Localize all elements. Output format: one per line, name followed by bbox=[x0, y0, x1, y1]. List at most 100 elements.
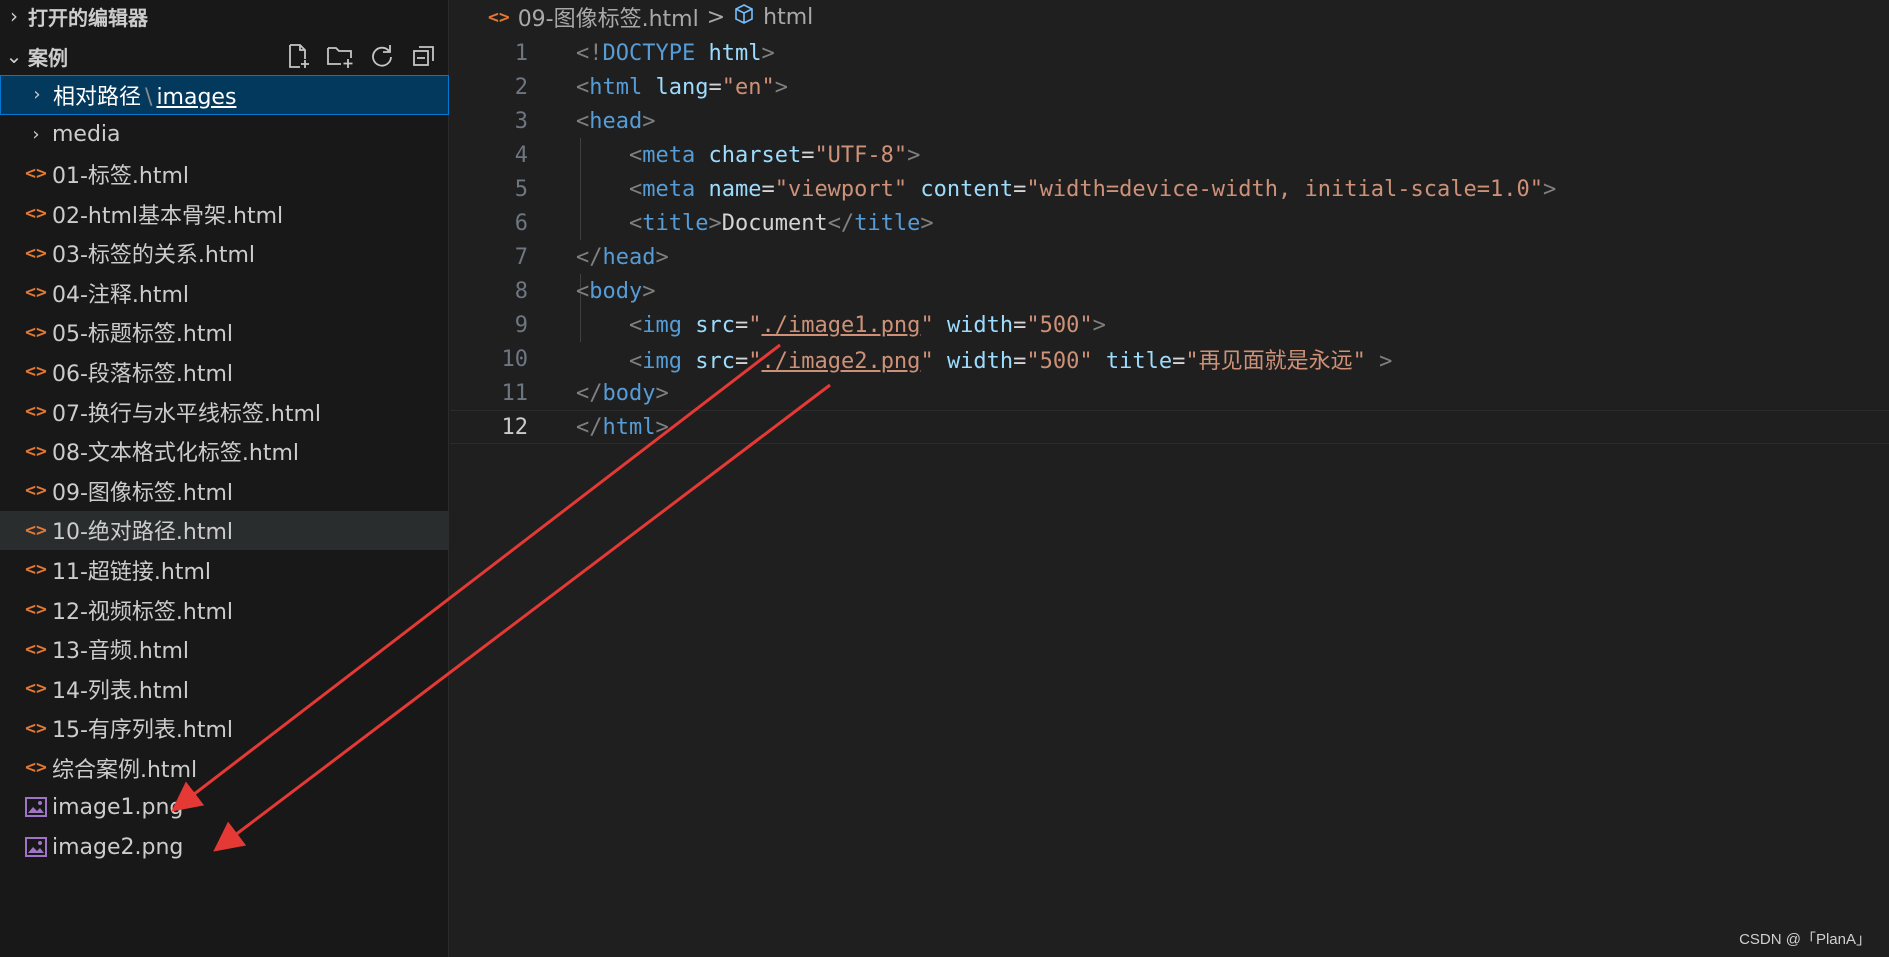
html-file-icon: <> bbox=[25, 757, 47, 779]
src-link-image2[interactable]: ./image2.png bbox=[761, 349, 920, 374]
file-label: image1.png bbox=[52, 794, 184, 820]
html-file-icon: <> bbox=[25, 559, 47, 581]
file-item[interactable]: <> 15-有序列表.html bbox=[0, 709, 449, 749]
code-line: 11 </body> bbox=[450, 376, 1889, 410]
line-number: 4 bbox=[514, 142, 528, 168]
file-item[interactable]: <> 07-换行与水平线标签.html bbox=[0, 392, 449, 432]
breadcrumb: <> 09-图像标签.html > html bbox=[488, 0, 813, 34]
code-line: 9 <img src="./image1.png" width="500"> bbox=[450, 308, 1889, 342]
refresh-icon[interactable] bbox=[367, 41, 397, 71]
line-number: 9 bbox=[514, 312, 528, 338]
src-link-image1[interactable]: ./image1.png bbox=[761, 313, 920, 338]
file-label: 06-段落标签.html bbox=[52, 361, 234, 387]
line-number: 12 bbox=[501, 414, 529, 440]
folder-images[interactable]: › 相对路径 \ images bbox=[0, 75, 449, 115]
collapse-all-icon[interactable] bbox=[409, 41, 439, 71]
html-file-icon: <> bbox=[25, 282, 47, 304]
file-label: 综合案例.html bbox=[52, 757, 198, 783]
file-label: 05-标题标签.html bbox=[52, 322, 234, 348]
file-item[interactable]: <> 14-列表.html bbox=[0, 669, 449, 709]
code-line: 5 <meta name="viewport" content="width=d… bbox=[450, 172, 1889, 206]
file-label: 04-注释.html bbox=[52, 282, 190, 308]
line-number: 1 bbox=[514, 40, 528, 66]
line-number: 5 bbox=[514, 176, 528, 202]
line-number: 11 bbox=[501, 380, 529, 406]
html-file-icon: <> bbox=[25, 361, 47, 383]
line-number: 10 bbox=[501, 346, 529, 372]
chevron-right-icon: › bbox=[10, 4, 18, 28]
line-number: 6 bbox=[514, 210, 528, 236]
html-file-icon: <> bbox=[25, 678, 47, 700]
line-number: 3 bbox=[514, 108, 528, 134]
chevron-right-icon: › bbox=[32, 123, 40, 145]
file-tree: › 相对路径 \ images › media <> 01-标签.html <> 02-h… bbox=[0, 75, 449, 867]
code-line: 4 <meta charset="UTF-8"> bbox=[450, 138, 1889, 172]
file-item[interactable]: <> 12-视频标签.html bbox=[0, 590, 449, 630]
image-file-icon bbox=[20, 837, 52, 858]
breadcrumb-separator: > bbox=[706, 4, 726, 30]
symbol-cube-icon bbox=[733, 3, 755, 31]
code-line: 1 <!DOCTYPE html> bbox=[450, 36, 1889, 70]
file-item[interactable]: <> 08-文本格式化标签.html bbox=[0, 431, 449, 471]
file-label: image2.png bbox=[52, 834, 184, 860]
file-item[interactable]: <> 06-段落标签.html bbox=[0, 352, 449, 392]
file-label: 12-视频标签.html bbox=[52, 599, 234, 625]
file-label: 14-列表.html bbox=[52, 678, 190, 704]
folder-name-child: images bbox=[156, 84, 237, 110]
new-folder-icon[interactable] bbox=[325, 41, 355, 71]
workspace-label: 案例 bbox=[28, 45, 68, 70]
open-editors-section[interactable]: › 打开的编辑器 bbox=[0, 0, 449, 32]
html-file-icon: <> bbox=[25, 638, 47, 660]
html-file-icon: <> bbox=[25, 599, 47, 621]
file-item[interactable]: <> 01-标签.html bbox=[0, 154, 449, 194]
watermark: CSDN @「PlanA」 bbox=[1739, 931, 1871, 948]
file-item[interactable]: <> 13-音频.html bbox=[0, 629, 449, 669]
breadcrumb-file[interactable]: 09-图像标签.html bbox=[518, 1, 699, 33]
file-item[interactable]: <> 03-标签的关系.html bbox=[0, 233, 449, 273]
file-item[interactable]: <> 09-图像标签.html bbox=[0, 471, 449, 511]
html-file-icon: <> bbox=[25, 401, 47, 423]
image-file-item[interactable]: image1.png bbox=[0, 788, 449, 828]
file-label: 01-标签.html bbox=[52, 163, 190, 189]
breadcrumb-symbol[interactable]: html bbox=[763, 5, 813, 30]
folder-path: 相对路径 \ images bbox=[53, 79, 236, 111]
image-file-item[interactable]: image2.png bbox=[0, 827, 449, 867]
line-number: 2 bbox=[514, 74, 528, 100]
file-item[interactable]: <> 05-标题标签.html bbox=[0, 313, 449, 353]
html-file-icon: <> bbox=[25, 242, 47, 264]
file-label: 03-标签的关系.html bbox=[52, 243, 256, 269]
folder-name-parent: 相对路径 bbox=[53, 84, 142, 110]
file-item[interactable]: <> 11-超链接.html bbox=[0, 550, 449, 590]
file-label: 15-有序列表.html bbox=[52, 718, 234, 744]
workspace-section[interactable]: ⌄ 案例 bbox=[0, 40, 449, 72]
file-item[interactable]: <> 综合案例.html bbox=[0, 748, 449, 788]
folder-label: media bbox=[52, 121, 121, 147]
code-line-current: 12 </html> bbox=[450, 410, 1889, 444]
code-line: 3 <head> bbox=[450, 104, 1889, 138]
code-line: 8 <body> bbox=[450, 274, 1889, 308]
code-line: 7 </head> bbox=[450, 240, 1889, 274]
line-number: 7 bbox=[514, 244, 528, 270]
file-label: 07-换行与水平线标签.html bbox=[52, 401, 322, 427]
file-label: 11-超链接.html bbox=[52, 559, 212, 585]
html-file-icon: <> bbox=[25, 163, 47, 185]
file-item[interactable]: <> 02-html基本骨架.html bbox=[0, 194, 449, 234]
code-line: 10 <img src="./image2.png" width="500" t… bbox=[450, 342, 1889, 376]
file-label: 10-绝对路径.html bbox=[52, 520, 234, 546]
explorer-sidebar: › 打开的编辑器 ⌄ 案例 › 相对路径 \ images › media <>… bbox=[0, 0, 449, 957]
html-file-icon: <> bbox=[25, 480, 47, 502]
file-item[interactable]: <> 04-注释.html bbox=[0, 273, 449, 313]
folder-media[interactable]: › media bbox=[0, 115, 449, 155]
html-file-icon: <> bbox=[25, 440, 47, 462]
file-label: 02-html基本骨架.html bbox=[52, 203, 284, 229]
explorer-actions bbox=[283, 40, 439, 72]
code-editor[interactable]: 1 <!DOCTYPE html> 2 <html lang="en"> 3 <… bbox=[450, 36, 1889, 444]
image-file-icon bbox=[20, 797, 52, 818]
file-label: 09-图像标签.html bbox=[52, 480, 234, 506]
html-file-icon: <> bbox=[25, 203, 47, 225]
new-file-icon[interactable] bbox=[283, 41, 313, 71]
html-file-icon: <> bbox=[25, 717, 47, 739]
line-number: 8 bbox=[514, 278, 528, 304]
html-file-icon: <> bbox=[25, 321, 47, 343]
file-item[interactable]: <> 10-绝对路径.html bbox=[0, 510, 449, 551]
